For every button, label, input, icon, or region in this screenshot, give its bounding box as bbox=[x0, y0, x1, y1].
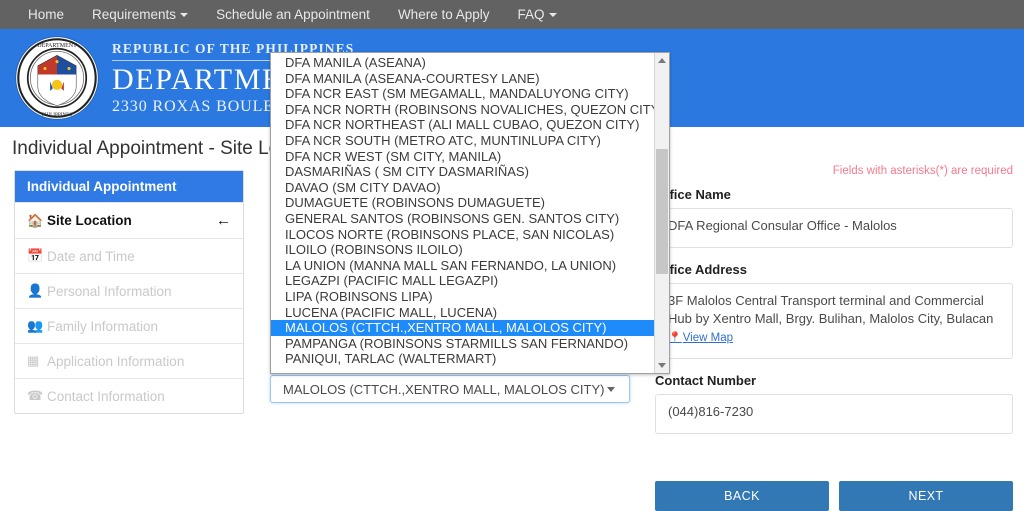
arrow-left-icon: ← bbox=[216, 212, 231, 229]
sidebar-header: Individual Appointment bbox=[15, 171, 243, 202]
sidebar-item-family-information-label: Family Information bbox=[47, 318, 159, 334]
home-icon: 🏠 bbox=[27, 212, 44, 228]
dropdown-option[interactable]: MALOLOS (CTTCH.,XENTRO MALL, MALOLOS CIT… bbox=[271, 320, 654, 336]
sidebar-item-application-information[interactable]: ▦ Application Information bbox=[15, 343, 243, 378]
dropdown-option[interactable]: LIPA (ROBINSONS LIPA) bbox=[271, 289, 654, 305]
view-map-link[interactable]: 📍View Map bbox=[668, 329, 733, 347]
dropdown-option[interactable]: PANIQUI, TARLAC (WALTERMART) bbox=[271, 351, 654, 367]
form-actions: BACK NEXT bbox=[655, 481, 1013, 511]
site-location-dropdown[interactable]: DFA MANILA (ASEANA) DFA MANILA (ASEANA-CO… bbox=[270, 52, 670, 374]
dropdown-option[interactable]: DFA NCR NORTH (ROBINSONS NOVALICHES, QUE… bbox=[271, 102, 654, 118]
svg-text:DEPARTMENT: DEPARTMENT bbox=[37, 43, 77, 49]
calendar-icon: 📅 bbox=[27, 248, 44, 263]
dfa-seal-icon: DEPARTMENT PHILIPPINES bbox=[15, 36, 99, 120]
office-name-field: DFA Regional Consular Office - Malolos bbox=[655, 208, 1013, 248]
top-navbar: Home Requirements Schedule an Appointmen… bbox=[0, 0, 1024, 29]
phone-icon: ☎ bbox=[27, 388, 44, 403]
back-button[interactable]: BACK bbox=[655, 481, 829, 511]
dropdown-option[interactable]: DFA MANILA (ASEANA) bbox=[271, 55, 654, 71]
scroll-down-arrow-icon[interactable] bbox=[655, 358, 669, 373]
dropdown-option[interactable]: ILOCOS NORTE (ROBINSONS PLACE, SAN NICOL… bbox=[271, 227, 654, 243]
svg-text:PHILIPPINES: PHILIPPINES bbox=[42, 112, 73, 118]
dropdown-option[interactable]: DFA NCR SOUTH (METRO ATC, MUNTINLUPA CIT… bbox=[271, 133, 654, 149]
site-location-select[interactable]: MALOLOS (CTTCH.,XENTRO MALL, MALOLOS CIT… bbox=[270, 375, 630, 403]
dropdown-option[interactable]: PAMPANGA (ROBINSONS STARMILLS SAN FERNAN… bbox=[271, 336, 654, 352]
sidebar-item-date-and-time[interactable]: 📅 Date and Time bbox=[15, 238, 243, 273]
nav-item-schedule-an-appointment[interactable]: Schedule an Appointment bbox=[202, 0, 384, 29]
contact-number-label: Contact Number bbox=[655, 373, 757, 388]
page-root: Home Requirements Schedule an Appointmen… bbox=[0, 0, 1024, 511]
appointment-steps-sidebar: Individual Appointment 🏠 Site Location ←… bbox=[14, 170, 244, 414]
nav-item-schedule-label: Schedule an Appointment bbox=[216, 7, 370, 22]
scroll-up-arrow-icon[interactable] bbox=[655, 53, 669, 68]
sidebar-item-site-location-label: Site Location bbox=[47, 213, 132, 228]
nav-item-requirements[interactable]: Requirements bbox=[78, 0, 202, 29]
dropdown-option[interactable]: ILOILO (ROBINSONS ILOILO) bbox=[271, 242, 654, 258]
view-map-label: View Map bbox=[682, 332, 733, 344]
users-icon: 👥 bbox=[27, 318, 44, 333]
site-location-form: Fields with asterisks(*) are required Of… bbox=[655, 165, 1013, 448]
dropdown-option[interactable]: LA UNION (MANNA MALL SAN FERNANDO, LA UN… bbox=[271, 258, 654, 274]
sidebar-item-date-and-time-label: Date and Time bbox=[47, 248, 135, 264]
chevron-down-icon bbox=[607, 386, 615, 392]
dropdown-option[interactable]: DFA MANILA (ASEANA-COURTESY LANE) bbox=[271, 71, 654, 87]
nav-item-faq[interactable]: FAQ bbox=[503, 0, 570, 29]
nav-item-where-to-apply-label: Where to Apply bbox=[397, 7, 490, 22]
dropdown-scrollbar[interactable] bbox=[654, 53, 669, 373]
nav-item-home[interactable]: Home bbox=[14, 0, 78, 29]
office-address-text: 3F Malolos Central Transport terminal an… bbox=[668, 293, 994, 326]
chevron-down-icon bbox=[180, 13, 189, 17]
sidebar-item-contact-information[interactable]: ☎ Contact Information bbox=[15, 378, 243, 413]
dropdown-option[interactable]: DFA NCR NORTHEAST (ALI MALL CUBAO, QUEZO… bbox=[271, 117, 654, 133]
chevron-down-icon bbox=[548, 13, 557, 17]
dropdown-option[interactable]: DUMAGUETE (ROBINSONS DUMAGUETE) bbox=[271, 195, 654, 211]
sidebar-item-application-information-label: Application Information bbox=[47, 353, 185, 369]
user-icon: 👤 bbox=[27, 283, 44, 298]
nav-item-where-to-apply[interactable]: Where to Apply bbox=[384, 0, 504, 29]
sidebar-item-site-location[interactable]: 🏠 Site Location ← bbox=[15, 202, 243, 238]
map-pin-icon: 📍 bbox=[668, 332, 682, 344]
office-address-field: 3F Malolos Central Transport terminal an… bbox=[655, 283, 1013, 359]
required-fields-note: Fields with asterisks(*) are required bbox=[832, 165, 1013, 177]
dropdown-option[interactable]: DAVAO (SM CITY DAVAO) bbox=[271, 180, 654, 196]
site-location-option-list[interactable]: DFA MANILA (ASEANA) DFA MANILA (ASEANA-CO… bbox=[271, 53, 654, 373]
next-button[interactable]: NEXT bbox=[839, 481, 1013, 511]
office-name-label: Office Name bbox=[655, 187, 731, 202]
sidebar-item-personal-information-label: Personal Information bbox=[47, 283, 172, 299]
contact-number-field: (044)816-7230 bbox=[655, 394, 1013, 434]
dropdown-option[interactable]: GENERAL SANTOS (ROBINSONS GEN. SANTOS CI… bbox=[271, 211, 654, 227]
scrollbar-thumb[interactable] bbox=[656, 149, 668, 274]
dropdown-option[interactable]: LEGAZPI (PACIFIC MALL LEGAZPI) bbox=[271, 273, 654, 289]
dropdown-option[interactable]: DASMARIÑAS ( SM CITY DASMARIÑAS) bbox=[271, 164, 654, 180]
nav-item-faq-label: FAQ bbox=[517, 7, 545, 22]
sidebar-item-family-information[interactable]: 👥 Family Information bbox=[15, 308, 243, 343]
dropdown-option[interactable]: DFA NCR EAST (SM MEGAMALL, MANDALUYONG C… bbox=[271, 86, 654, 102]
dropdown-option[interactable]: DFA NCR WEST (SM CITY, MANILA) bbox=[271, 149, 654, 165]
card-icon: ▦ bbox=[27, 353, 40, 368]
dropdown-option[interactable]: LUCENA (PACIFIC MALL, LUCENA) bbox=[271, 305, 654, 321]
sidebar-item-personal-information[interactable]: 👤 Personal Information bbox=[15, 273, 243, 308]
office-address-label: Office Address bbox=[655, 262, 747, 277]
nav-item-requirements-label: Requirements bbox=[92, 7, 177, 22]
nav-item-home-label: Home bbox=[28, 7, 65, 22]
site-location-select-value: MALOLOS (CTTCH.,XENTRO MALL, MALOLOS CIT… bbox=[283, 381, 605, 397]
sidebar-item-contact-information-label: Contact Information bbox=[47, 388, 165, 404]
